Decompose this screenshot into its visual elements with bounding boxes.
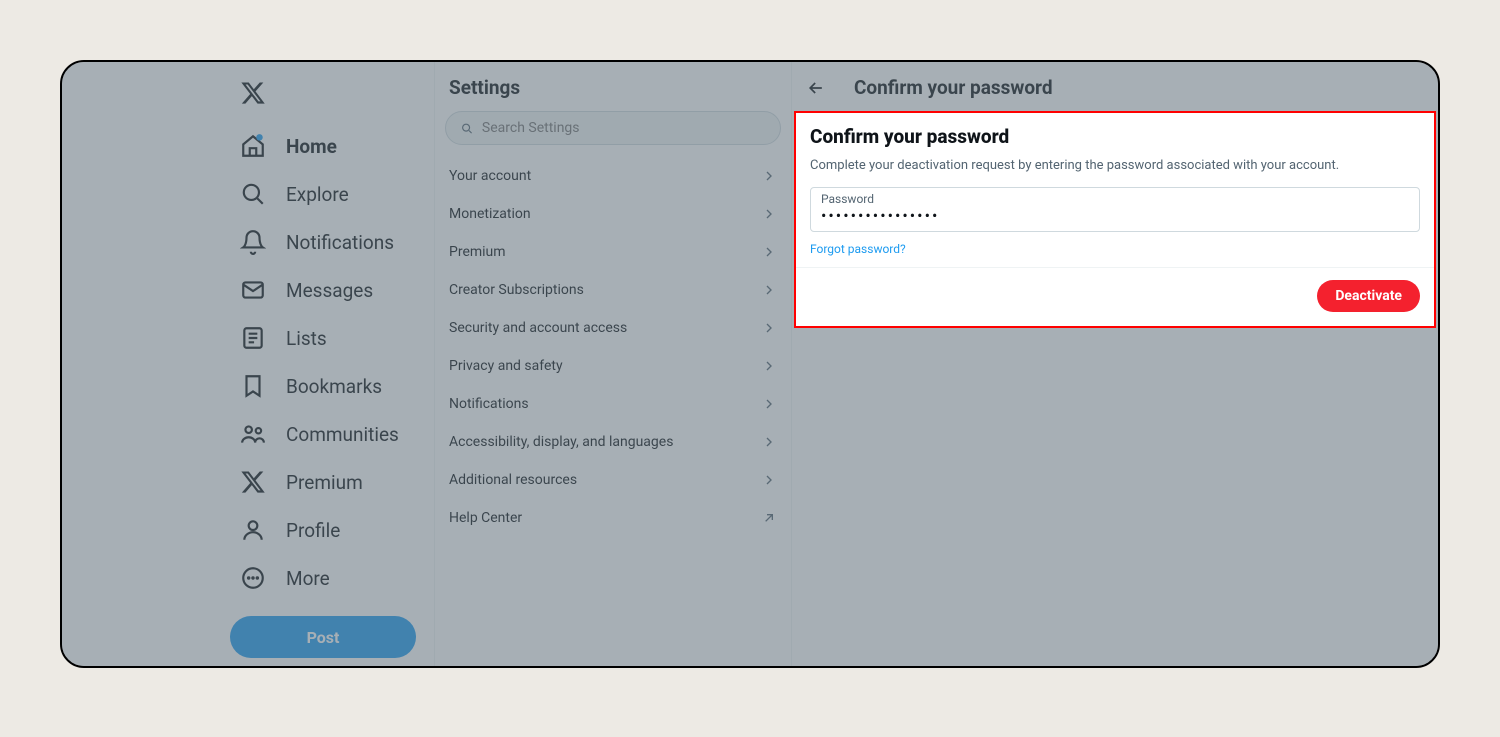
- home-icon: [240, 133, 266, 159]
- sidebar-nav: Home Explore Notifications Messages List…: [62, 62, 434, 666]
- search-icon: [460, 121, 474, 136]
- sidebar-item-bookmarks[interactable]: Bookmarks: [230, 362, 434, 410]
- detail-column: Confirm your password Confirm your passw…: [792, 62, 1438, 666]
- password-label: Password: [821, 192, 1409, 206]
- more-icon: [240, 565, 266, 591]
- password-input[interactable]: [821, 206, 1409, 225]
- mail-icon: [240, 277, 266, 303]
- chevron-right-icon: [761, 358, 777, 374]
- settings-item-monetization[interactable]: Monetization: [435, 195, 791, 233]
- bookmark-icon: [240, 373, 266, 399]
- divider: [796, 267, 1434, 268]
- sidebar-item-premium[interactable]: Premium: [230, 458, 434, 506]
- settings-title: Settings: [435, 62, 791, 111]
- back-arrow-icon[interactable]: [806, 78, 826, 98]
- panel-subtitle: Complete your deactivation request by en…: [810, 158, 1420, 173]
- settings-item-help-center[interactable]: Help Center: [435, 499, 791, 537]
- settings-item-security[interactable]: Security and account access: [435, 309, 791, 347]
- search-settings[interactable]: [445, 111, 781, 145]
- external-link-icon: [761, 510, 777, 526]
- settings-column: Settings Your account Monetization Premi…: [434, 62, 792, 666]
- sidebar-item-label: Notifications: [286, 231, 394, 254]
- sidebar-item-label: Home: [286, 135, 337, 158]
- panel-title: Confirm your password: [810, 125, 1420, 148]
- settings-item-additional-resources[interactable]: Additional resources: [435, 461, 791, 499]
- sidebar-item-label: Premium: [286, 471, 363, 494]
- forgot-password-link[interactable]: Forgot password?: [810, 242, 906, 256]
- password-field-wrapper[interactable]: Password: [810, 187, 1420, 232]
- bell-icon: [240, 229, 266, 255]
- sidebar-item-profile[interactable]: Profile: [230, 506, 434, 554]
- sidebar-item-home[interactable]: Home: [230, 122, 434, 170]
- chevron-right-icon: [761, 396, 777, 412]
- sidebar-item-messages[interactable]: Messages: [230, 266, 434, 314]
- chevron-right-icon: [761, 320, 777, 336]
- chevron-right-icon: [761, 206, 777, 222]
- sidebar-item-communities[interactable]: Communities: [230, 410, 434, 458]
- sidebar-item-notifications[interactable]: Notifications: [230, 218, 434, 266]
- sidebar-item-more[interactable]: More: [230, 554, 434, 602]
- settings-item-creator-subscriptions[interactable]: Creator Subscriptions: [435, 271, 791, 309]
- sidebar-item-label: Explore: [286, 183, 349, 206]
- sidebar-item-lists[interactable]: Lists: [230, 314, 434, 362]
- deactivate-button[interactable]: Deactivate: [1317, 280, 1420, 312]
- x-icon: [240, 469, 266, 495]
- sidebar-item-label: Profile: [286, 519, 340, 542]
- profile-icon: [240, 517, 266, 543]
- search-input[interactable]: [482, 120, 766, 136]
- chevron-right-icon: [761, 244, 777, 260]
- sidebar-item-label: Messages: [286, 279, 373, 302]
- x-logo[interactable]: [230, 74, 434, 116]
- chevron-right-icon: [761, 472, 777, 488]
- chevron-right-icon: [761, 282, 777, 298]
- sidebar-item-label: Bookmarks: [286, 375, 382, 398]
- settings-item-privacy[interactable]: Privacy and safety: [435, 347, 791, 385]
- post-button[interactable]: Post: [230, 616, 416, 658]
- sidebar-item-label: More: [286, 567, 330, 590]
- list-icon: [240, 325, 266, 351]
- communities-icon: [240, 421, 266, 447]
- sidebar-item-label: Communities: [286, 423, 399, 446]
- settings-item-your-account[interactable]: Your account: [435, 157, 791, 195]
- search-icon: [240, 181, 266, 207]
- settings-item-premium[interactable]: Premium: [435, 233, 791, 271]
- detail-header: Confirm your password: [792, 62, 1438, 111]
- chevron-right-icon: [761, 168, 777, 184]
- chevron-right-icon: [761, 434, 777, 450]
- settings-item-accessibility[interactable]: Accessibility, display, and languages: [435, 423, 791, 461]
- settings-item-notifications[interactable]: Notifications: [435, 385, 791, 423]
- confirm-password-panel: Confirm your password Complete your deac…: [794, 111, 1436, 328]
- sidebar-item-label: Lists: [286, 327, 327, 350]
- detail-header-title: Confirm your password: [854, 76, 1053, 99]
- sidebar-item-explore[interactable]: Explore: [230, 170, 434, 218]
